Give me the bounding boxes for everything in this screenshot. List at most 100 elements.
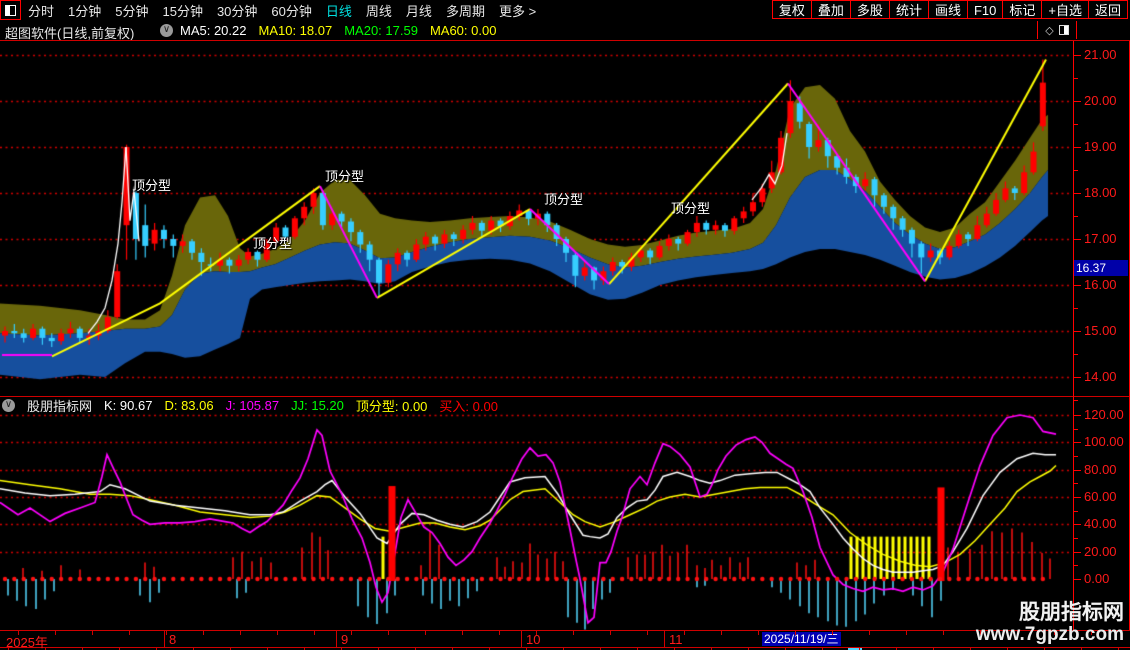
indicator-source: 股朋指标网 [27, 398, 93, 414]
time-tick [795, 631, 796, 635]
tab-timeframe-10[interactable]: 更多 > [499, 1, 536, 20]
button-1[interactable]: 叠加 [810, 0, 851, 19]
axis-tick [1074, 331, 1081, 332]
toolbar: 分时 1分钟 5分钟 15分钟 30分钟 60分钟 日线 周线 月线 多周期 更多 > 复权 叠加 多股… [0, 0, 1130, 21]
axis-tick [1074, 101, 1081, 102]
ma-value-0: MA5: 20.22 [180, 23, 247, 38]
button-6[interactable]: 标记 [1002, 0, 1043, 19]
price-label: 21.00 [1084, 47, 1117, 62]
indicator-value-5: 买入: 0.00 [439, 398, 498, 414]
axis-tick [1074, 442, 1081, 444]
indicator-header: ∨ 股朋指标网 K: 90.67 D: 83.06 J: 105.87 JJ: 15.… [2, 397, 498, 414]
button-8[interactable]: 返回 [1087, 0, 1128, 19]
axis-tick [1074, 565, 1078, 567]
year-label: 2025年 [6, 635, 48, 650]
tab-timeframe-6[interactable]: 日线 [326, 1, 352, 20]
indicator-value-3: JJ: 15.20 [291, 397, 344, 413]
main-price-chart[interactable] [0, 41, 1073, 396]
button-5[interactable]: F10 [966, 0, 1004, 19]
selected-date: 2025/11/19/三 [762, 632, 841, 646]
watermark-url: www.7gpzb.com [975, 624, 1124, 645]
info-bar: 超图软件(日线,前复权) ∨ MA5: 20.22 MA10: 18.07 MA20… [0, 21, 1130, 41]
axis-tick [1074, 78, 1078, 79]
price-label: 18.00 [1084, 185, 1117, 200]
axis-tick [1074, 170, 1078, 171]
time-tick [425, 631, 426, 635]
time-tick [92, 631, 93, 635]
chevron-down-icon[interactable]: ∨ [2, 398, 15, 412]
tab-timeframe-2[interactable]: 5分钟 [115, 1, 148, 20]
axis-tick [1074, 414, 1081, 416]
toolbar-buttons: 复权 叠加 多股 统计 画线 F10 标记 +自选 返回 [771, 0, 1128, 21]
time-tick [166, 631, 167, 635]
time-tick [721, 631, 722, 635]
month-label-0: 8 [169, 632, 177, 647]
split-view-icon[interactable] [1058, 25, 1069, 35]
axis-tick [1074, 496, 1081, 498]
indicator-value-1: D: 83.06 [164, 397, 214, 413]
axis-tick [1074, 483, 1078, 485]
axis-tick [1074, 551, 1081, 553]
time-axis[interactable]: 2025年 2025/11/19/三 8 9 10 11 [0, 630, 1130, 650]
fractal-annotation-2: 顶分型 [325, 169, 365, 184]
axis-tick [1074, 55, 1081, 56]
tab-timeframe-4[interactable]: 30分钟 [217, 1, 257, 20]
price-label: 19.00 [1084, 139, 1117, 154]
half-square-icon [5, 4, 16, 16]
tab-timeframe-5[interactable]: 60分钟 [271, 1, 311, 20]
price-label: 14.00 [1084, 369, 1117, 384]
time-tick [129, 631, 130, 635]
axis-tick [1074, 579, 1081, 580]
view-icons: ◇ [1037, 21, 1077, 39]
axis-tick [1074, 285, 1081, 286]
axis-tick [1074, 455, 1078, 457]
tab-timeframe-0[interactable]: 分时 [28, 1, 54, 20]
axis-tick [1074, 400, 1078, 401]
tab-timeframe-8[interactable]: 月线 [406, 1, 432, 20]
button-4[interactable]: 画线 [927, 0, 968, 19]
month-divider [521, 631, 522, 647]
price-label: 16.00 [1084, 277, 1117, 292]
chevron-down-icon[interactable]: ∨ [160, 24, 173, 37]
time-tick [462, 631, 463, 635]
axis-tick [1074, 124, 1078, 125]
fractal-annotation-1: 顶分型 [253, 236, 293, 251]
tab-timeframe-9[interactable]: 多周期 [446, 1, 485, 20]
indicator-label: 120.00 [1084, 406, 1124, 422]
tab-timeframe-1[interactable]: 1分钟 [68, 1, 101, 20]
tab-timeframe-7[interactable]: 周线 [366, 1, 392, 20]
watermark: 股朋指标网 www.7gpzb.com [975, 602, 1124, 646]
ma-value-2: MA20: 17.59 [344, 23, 418, 38]
diamond-icon[interactable]: ◇ [1045, 24, 1053, 37]
price-label: 20.00 [1084, 93, 1117, 108]
button-0[interactable]: 复权 [771, 0, 812, 19]
axis-tick [1074, 239, 1081, 240]
time-tick [832, 631, 833, 635]
price-label: 15.00 [1084, 323, 1117, 338]
axis-tick [1074, 469, 1081, 471]
axis-tick [1074, 524, 1081, 526]
layout-icon[interactable] [0, 0, 21, 20]
indicator-label: 0.00 [1084, 571, 1110, 586]
indicator-label: 80.00 [1084, 461, 1117, 477]
axis-tick [1074, 354, 1078, 355]
axis-tick [1074, 428, 1078, 430]
axis-tick [1074, 537, 1078, 539]
time-tick [18, 631, 19, 635]
ma-values: MA5: 20.22 MA10: 18.07 MA20: 17.59 MA60: 0.… [180, 23, 496, 38]
current-price-tag: 16.37 [1074, 259, 1128, 276]
fractal-annotation-4: 顶分型 [671, 201, 711, 216]
app-window: 分时 1分钟 5分钟 15分钟 30分钟 60分钟 日线 周线 月线 多周期 更多 > 复权 叠加 多股… [0, 0, 1130, 650]
button-7[interactable]: +自选 [1041, 0, 1089, 19]
button-2[interactable]: 多股 [849, 0, 890, 19]
indicator-chart[interactable] [0, 397, 1073, 630]
time-tick [388, 631, 389, 635]
time-tick [203, 631, 204, 635]
button-3[interactable]: 统计 [888, 0, 929, 19]
time-tick [758, 631, 759, 635]
axis-tick [1074, 510, 1078, 512]
price-label: 17.00 [1084, 231, 1117, 246]
tab-timeframe-3[interactable]: 15分钟 [162, 1, 202, 20]
month-divider [336, 631, 337, 647]
indicator-label: 40.00 [1084, 516, 1117, 532]
